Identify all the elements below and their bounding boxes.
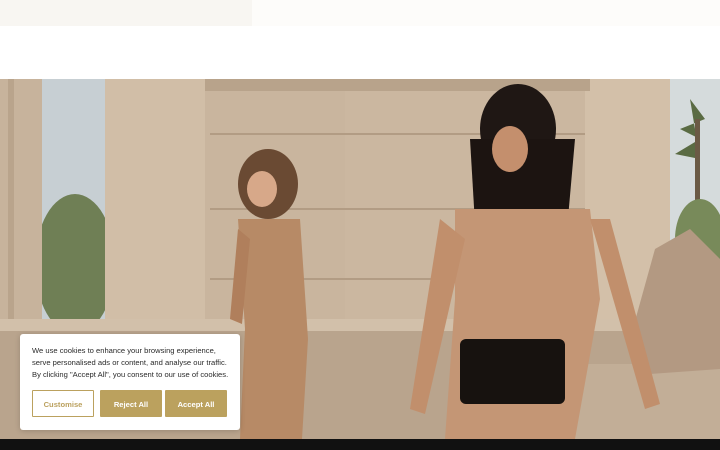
cookie-consent-banner: We use cookies to enhance your browsing … bbox=[20, 334, 240, 430]
cookie-consent-message: We use cookies to enhance your browsing … bbox=[32, 346, 229, 379]
bottom-dark-strip bbox=[0, 439, 720, 450]
accept-all-cookies-button[interactable]: Accept All bbox=[165, 390, 227, 417]
reject-all-cookies-button[interactable]: Reject All bbox=[100, 390, 162, 417]
top-bar-left-block bbox=[0, 0, 252, 26]
customise-cookies-button[interactable]: Customise bbox=[32, 390, 94, 417]
site-header bbox=[0, 26, 720, 79]
top-announcement-bar bbox=[0, 0, 720, 26]
